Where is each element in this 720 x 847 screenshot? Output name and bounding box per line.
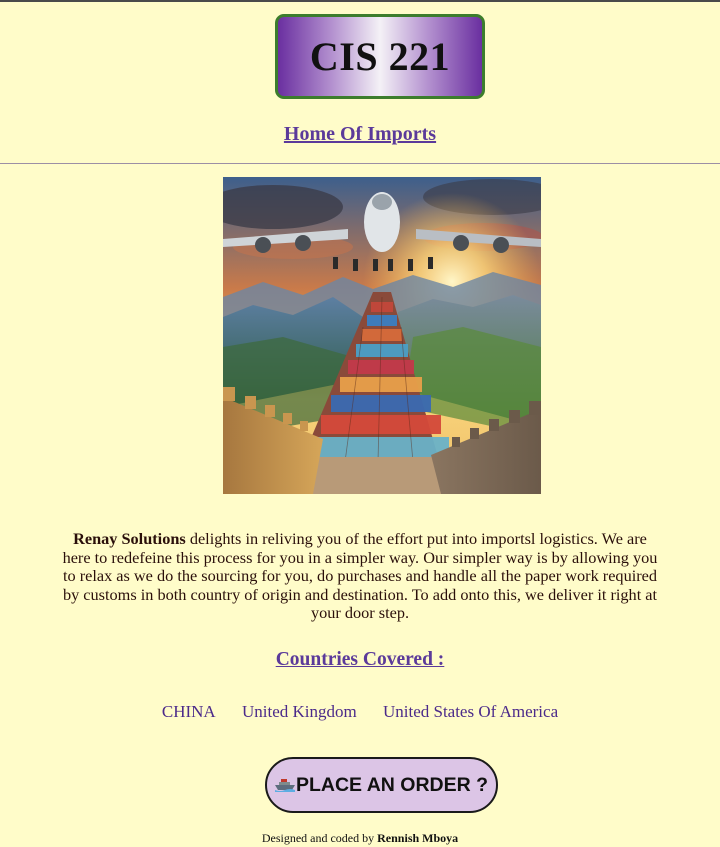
- country-united-kingdom: United Kingdom: [241, 702, 357, 721]
- countries-covered-link[interactable]: Countries Covered :: [0, 649, 720, 671]
- top-border: [0, 0, 720, 2]
- country-china: CHINA: [161, 702, 216, 721]
- footer-prefix: Designed and coded by: [261, 831, 378, 845]
- page-title: CIS 221: [309, 34, 451, 79]
- country-usa: United States Of America: [382, 702, 559, 721]
- title-banner: CIS 221: [275, 14, 485, 99]
- place-order-button[interactable]: PLACE AN ORDER ?: [265, 757, 498, 813]
- company-description: Renay Solutions delights in reliving you…: [60, 529, 660, 623]
- countries-list: CHINA United Kingdom United States Of Am…: [0, 702, 720, 722]
- footer-author: Rennish Mboya: [377, 831, 459, 845]
- home-of-imports-link[interactable]: Home Of Imports: [0, 123, 720, 146]
- ship-icon: [274, 776, 295, 792]
- place-order-label: PLACE AN ORDER ?: [295, 773, 489, 796]
- header-divider: [0, 163, 720, 164]
- footer-credit: Designed and coded by Rennish Mboya: [0, 831, 720, 846]
- company-name: Renay Solutions: [73, 529, 186, 548]
- hero-image: [223, 177, 541, 494]
